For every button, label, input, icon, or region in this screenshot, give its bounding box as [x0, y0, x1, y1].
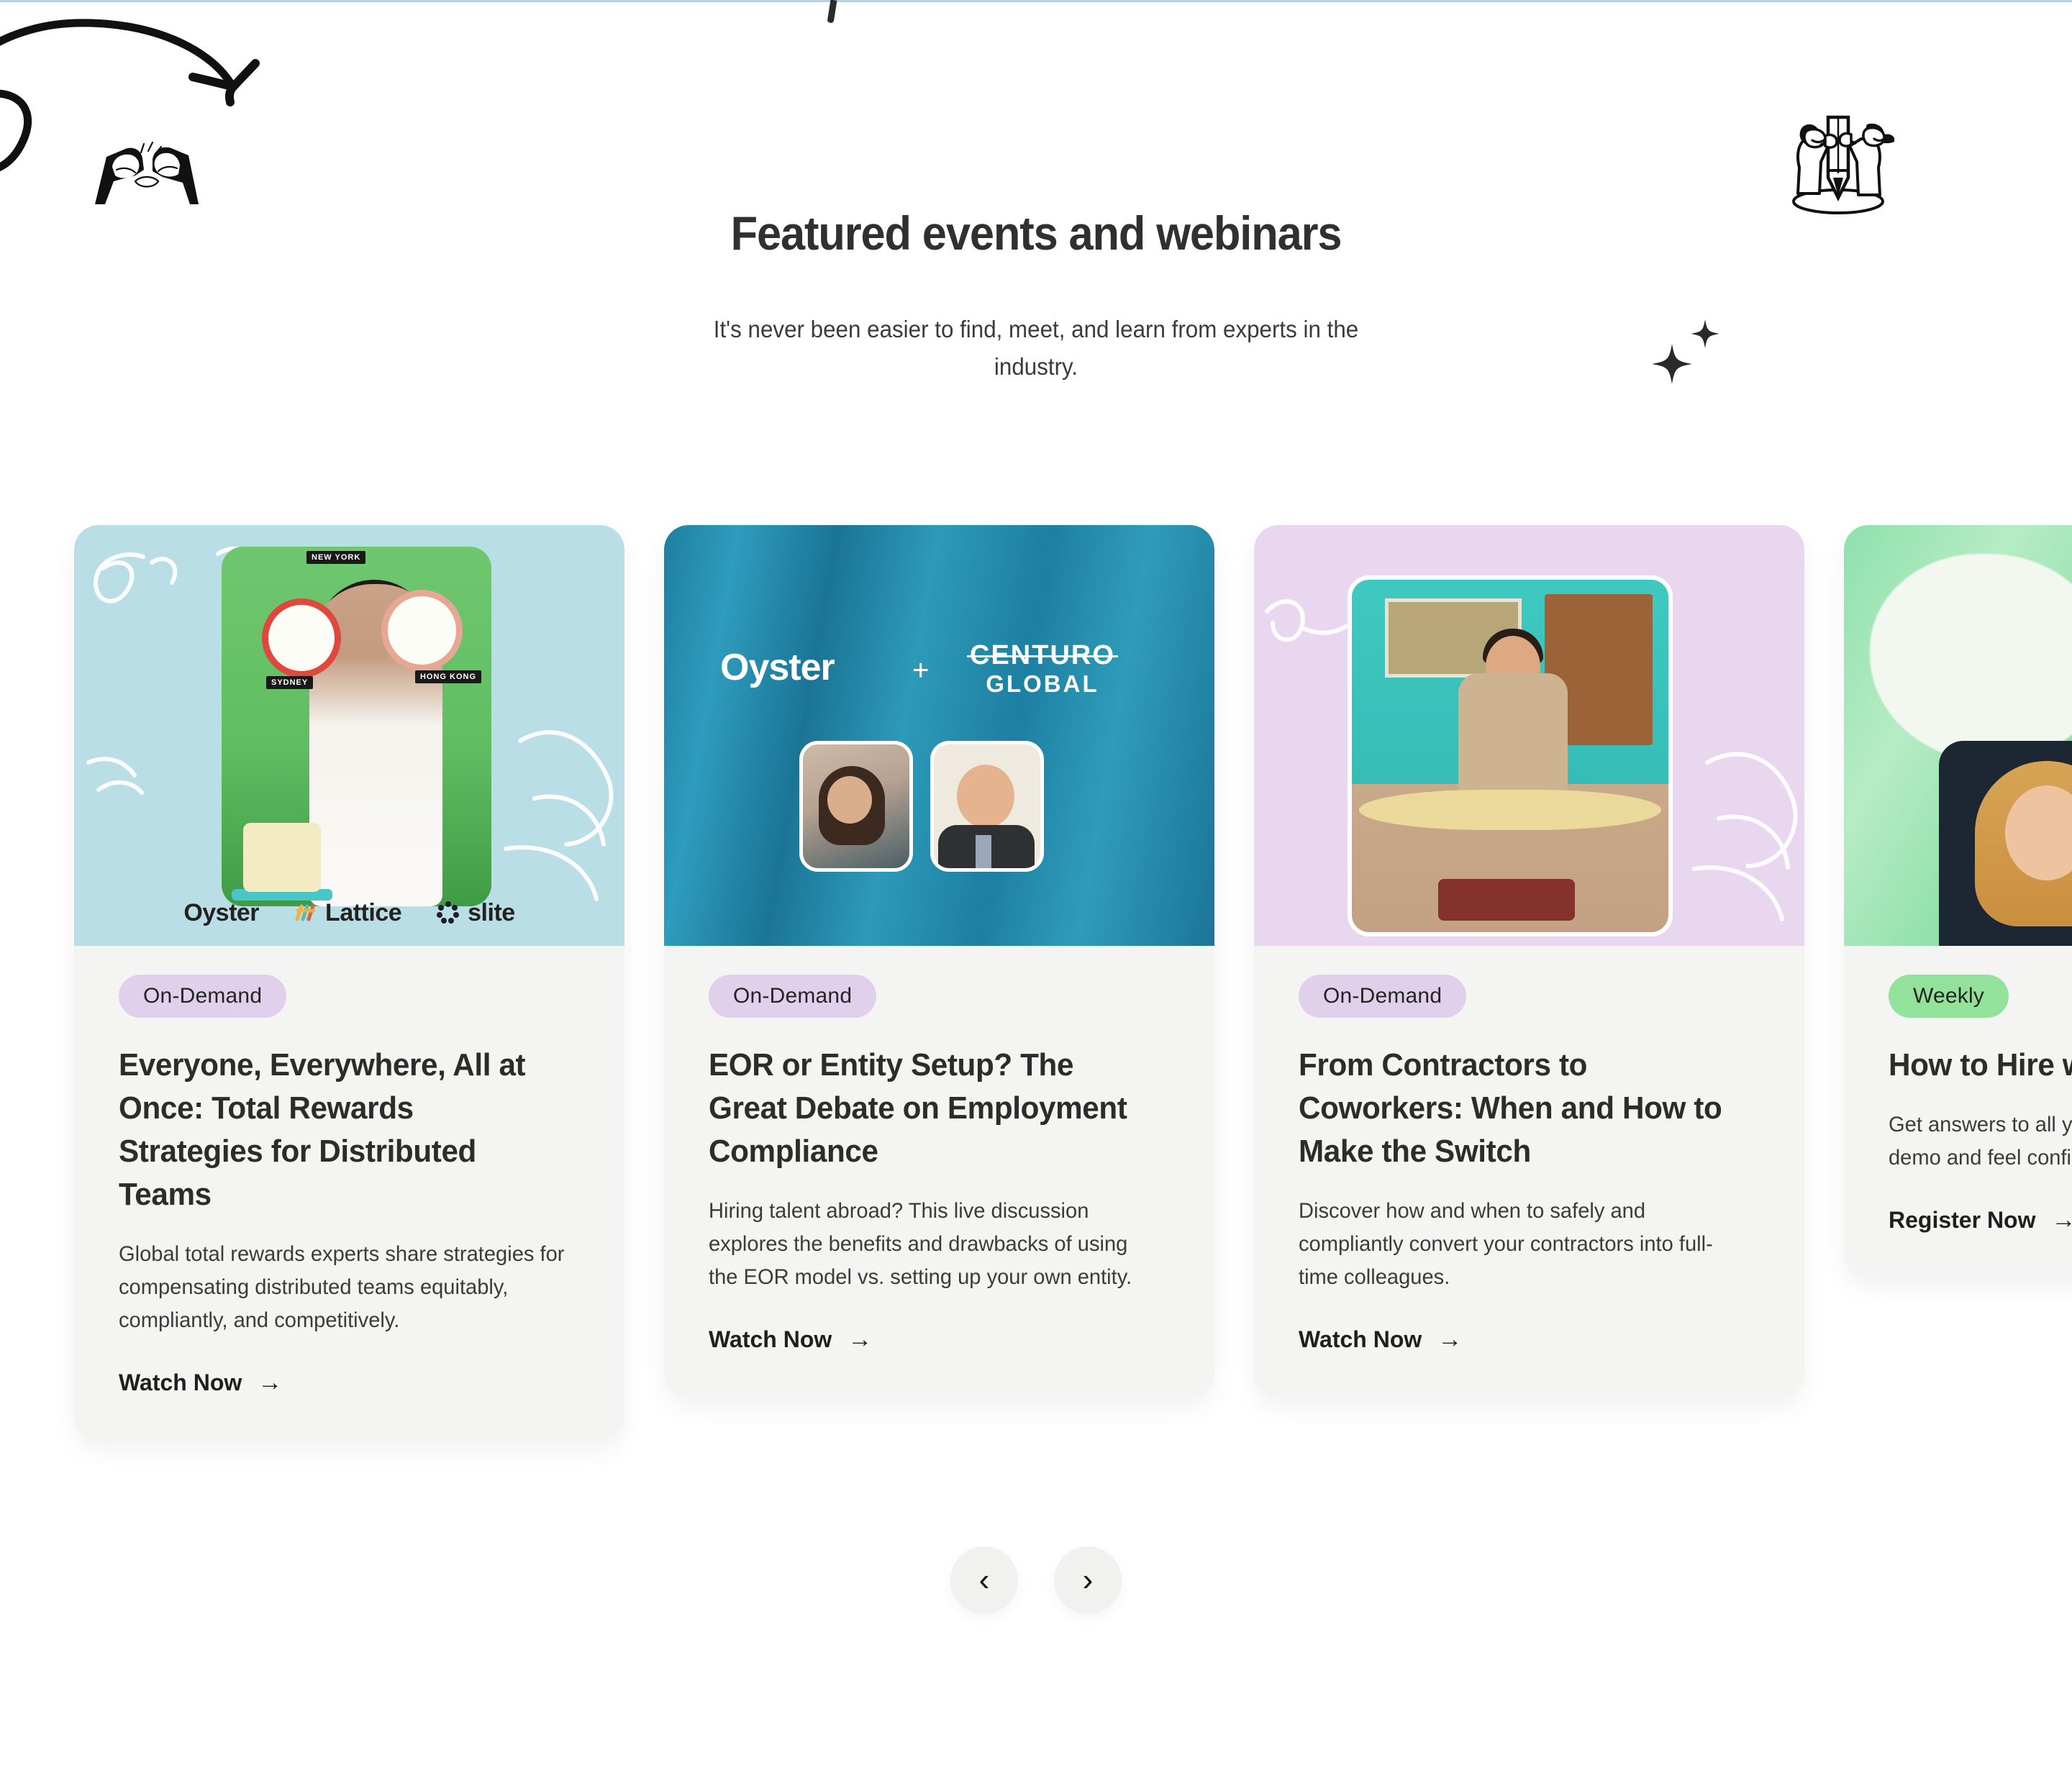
top-divider-line: [0, 0, 2072, 2]
card-description: Get answers to all your questions in our…: [1889, 1113, 2072, 1170]
arm-wrestling-doodle: [95, 141, 199, 204]
logo-oyster: Oyster: [183, 899, 260, 926]
page-subtitle: It's never been easier to find, meet, an…: [713, 316, 1359, 380]
brand-plus: +: [912, 655, 930, 686]
cta-label: Watch Now: [119, 1370, 242, 1395]
cta-label: Watch Now: [709, 1326, 832, 1352]
arrow-right-icon: →: [2051, 1206, 2072, 1234]
brand-centuro-global: CENTURO GLOBAL: [967, 640, 1118, 698]
cut-off-stroke: [827, 0, 837, 24]
watch-now-link[interactable]: Watch Now →: [1299, 1326, 1462, 1353]
event-card[interactable]: NEW YORK SYDNEY HONG KONG Oyster Lattice…: [74, 525, 624, 1441]
event-card[interactable]: On-Demand From Contractors to Coworkers:…: [1254, 525, 1804, 1398]
decorative-blob: [1870, 554, 2072, 762]
page-title: Featured events and webinars: [730, 206, 1342, 260]
carousel-track[interactable]: NEW YORK SYDNEY HONG KONG Oyster Lattice…: [74, 525, 2072, 1441]
arrow-right-icon: →: [1437, 1326, 1463, 1353]
card-media: [1844, 525, 2072, 946]
lattice-mark-icon: [295, 904, 316, 921]
card-body: On-Demand EOR or Entity Setup? The Great…: [664, 946, 1214, 1398]
brand-centuro-line1: CENTURO: [967, 640, 1118, 670]
arrow-right-icon: →: [258, 1369, 283, 1396]
card-photo: [1348, 575, 1673, 936]
register-now-link[interactable]: Register Now →: [1889, 1206, 2072, 1234]
status-badge: On-Demand: [119, 975, 287, 1018]
chevron-left-icon: ‹: [978, 1562, 990, 1598]
logo-lattice: Lattice: [294, 899, 402, 927]
brand-oyster: Oyster: [720, 647, 835, 688]
card-title: From Contractors to Coworkers: When and …: [1299, 1047, 1722, 1169]
card-media: Oyster + CENTURO GLOBAL: [664, 525, 1214, 946]
card-photo: NEW YORK SYDNEY HONG KONG: [222, 547, 491, 906]
events-carousel: NEW YORK SYDNEY HONG KONG Oyster Lattice…: [0, 525, 2072, 1532]
card-media: NEW YORK SYDNEY HONG KONG Oyster Lattice…: [74, 525, 624, 946]
carousel-navigation: ‹ ›: [0, 1546, 2072, 1614]
brand-centuro-line2: GLOBAL: [986, 670, 1099, 697]
speaker-photo: [930, 741, 1044, 872]
card-title: Everyone, Everywhere, All at Once: Total…: [119, 1047, 526, 1212]
watch-now-link[interactable]: Watch Now →: [709, 1326, 872, 1353]
sparkle-doodle: [1652, 319, 1719, 384]
arrow-right-icon: →: [848, 1326, 873, 1353]
card-body: On-Demand From Contractors to Coworkers:…: [1254, 946, 1804, 1398]
people-with-pencil-doodle: [1792, 115, 1895, 214]
event-card[interactable]: Weekly How to Hire with Oyster Get answe…: [1844, 525, 2072, 1278]
card-media: [1254, 525, 1804, 946]
cta-label: Watch Now: [1299, 1326, 1422, 1352]
card-body: Weekly How to Hire with Oyster Get answe…: [1844, 946, 2072, 1278]
carousel-next-button[interactable]: ›: [1054, 1546, 1122, 1614]
status-badge: On-Demand: [1299, 975, 1467, 1018]
chevron-right-icon: ›: [1082, 1562, 1094, 1598]
card-description: Discover how and when to safely and comp…: [1299, 1199, 1713, 1289]
speaker-photo: [1939, 741, 2072, 946]
watch-now-link[interactable]: Watch Now →: [119, 1369, 282, 1396]
event-card[interactable]: Oyster + CENTURO GLOBAL On-Demand EOR or…: [664, 525, 1214, 1398]
card-body: On-Demand Everyone, Everywhere, All at O…: [74, 946, 624, 1441]
cta-label: Register Now: [1889, 1207, 2036, 1233]
carousel-prev-button[interactable]: ‹: [950, 1546, 1018, 1614]
card-title: EOR or Entity Setup? The Great Debate on…: [709, 1047, 1127, 1169]
slite-mark-icon: [437, 901, 460, 924]
status-badge: On-Demand: [709, 975, 877, 1018]
card-description: Global total rewards experts share strat…: [119, 1242, 565, 1332]
status-badge: Weekly: [1889, 975, 2009, 1018]
partner-logos: Oyster Lattice slite: [74, 899, 624, 927]
speaker-photo: [799, 741, 913, 872]
card-title: How to Hire with Oyster: [1889, 1047, 2072, 1083]
curved-arrow-doodle: [0, 19, 260, 172]
card-description: Hiring talent abroad? This live discussi…: [709, 1199, 1132, 1289]
logo-slite: slite: [436, 899, 515, 927]
